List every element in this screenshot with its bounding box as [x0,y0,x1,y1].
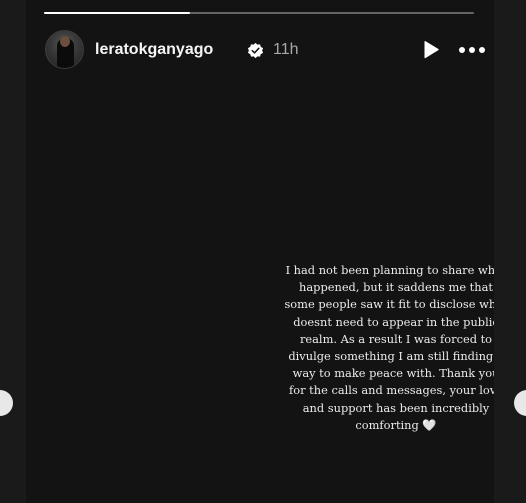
story-progress-fill [44,12,191,14]
story-caption-text: I had not been planning to share what ha… [284,263,494,432]
story-username[interactable]: leratokganyago [95,39,213,61]
previous-story-button[interactable] [0,390,13,416]
next-story-button[interactable] [514,390,526,416]
avatar-head [60,36,70,47]
more-options-icon[interactable] [457,39,487,61]
story-timestamp: 11h [273,41,299,58]
avatar[interactable] [45,30,84,69]
verified-badge-icon [247,42,264,59]
story-card[interactable]: leratokganyago 11h I had not been planni… [26,0,494,503]
story-viewer: leratokganyago 11h I had not been planni… [0,0,526,503]
play-icon[interactable] [418,38,442,62]
story-progress-bar [44,12,474,14]
